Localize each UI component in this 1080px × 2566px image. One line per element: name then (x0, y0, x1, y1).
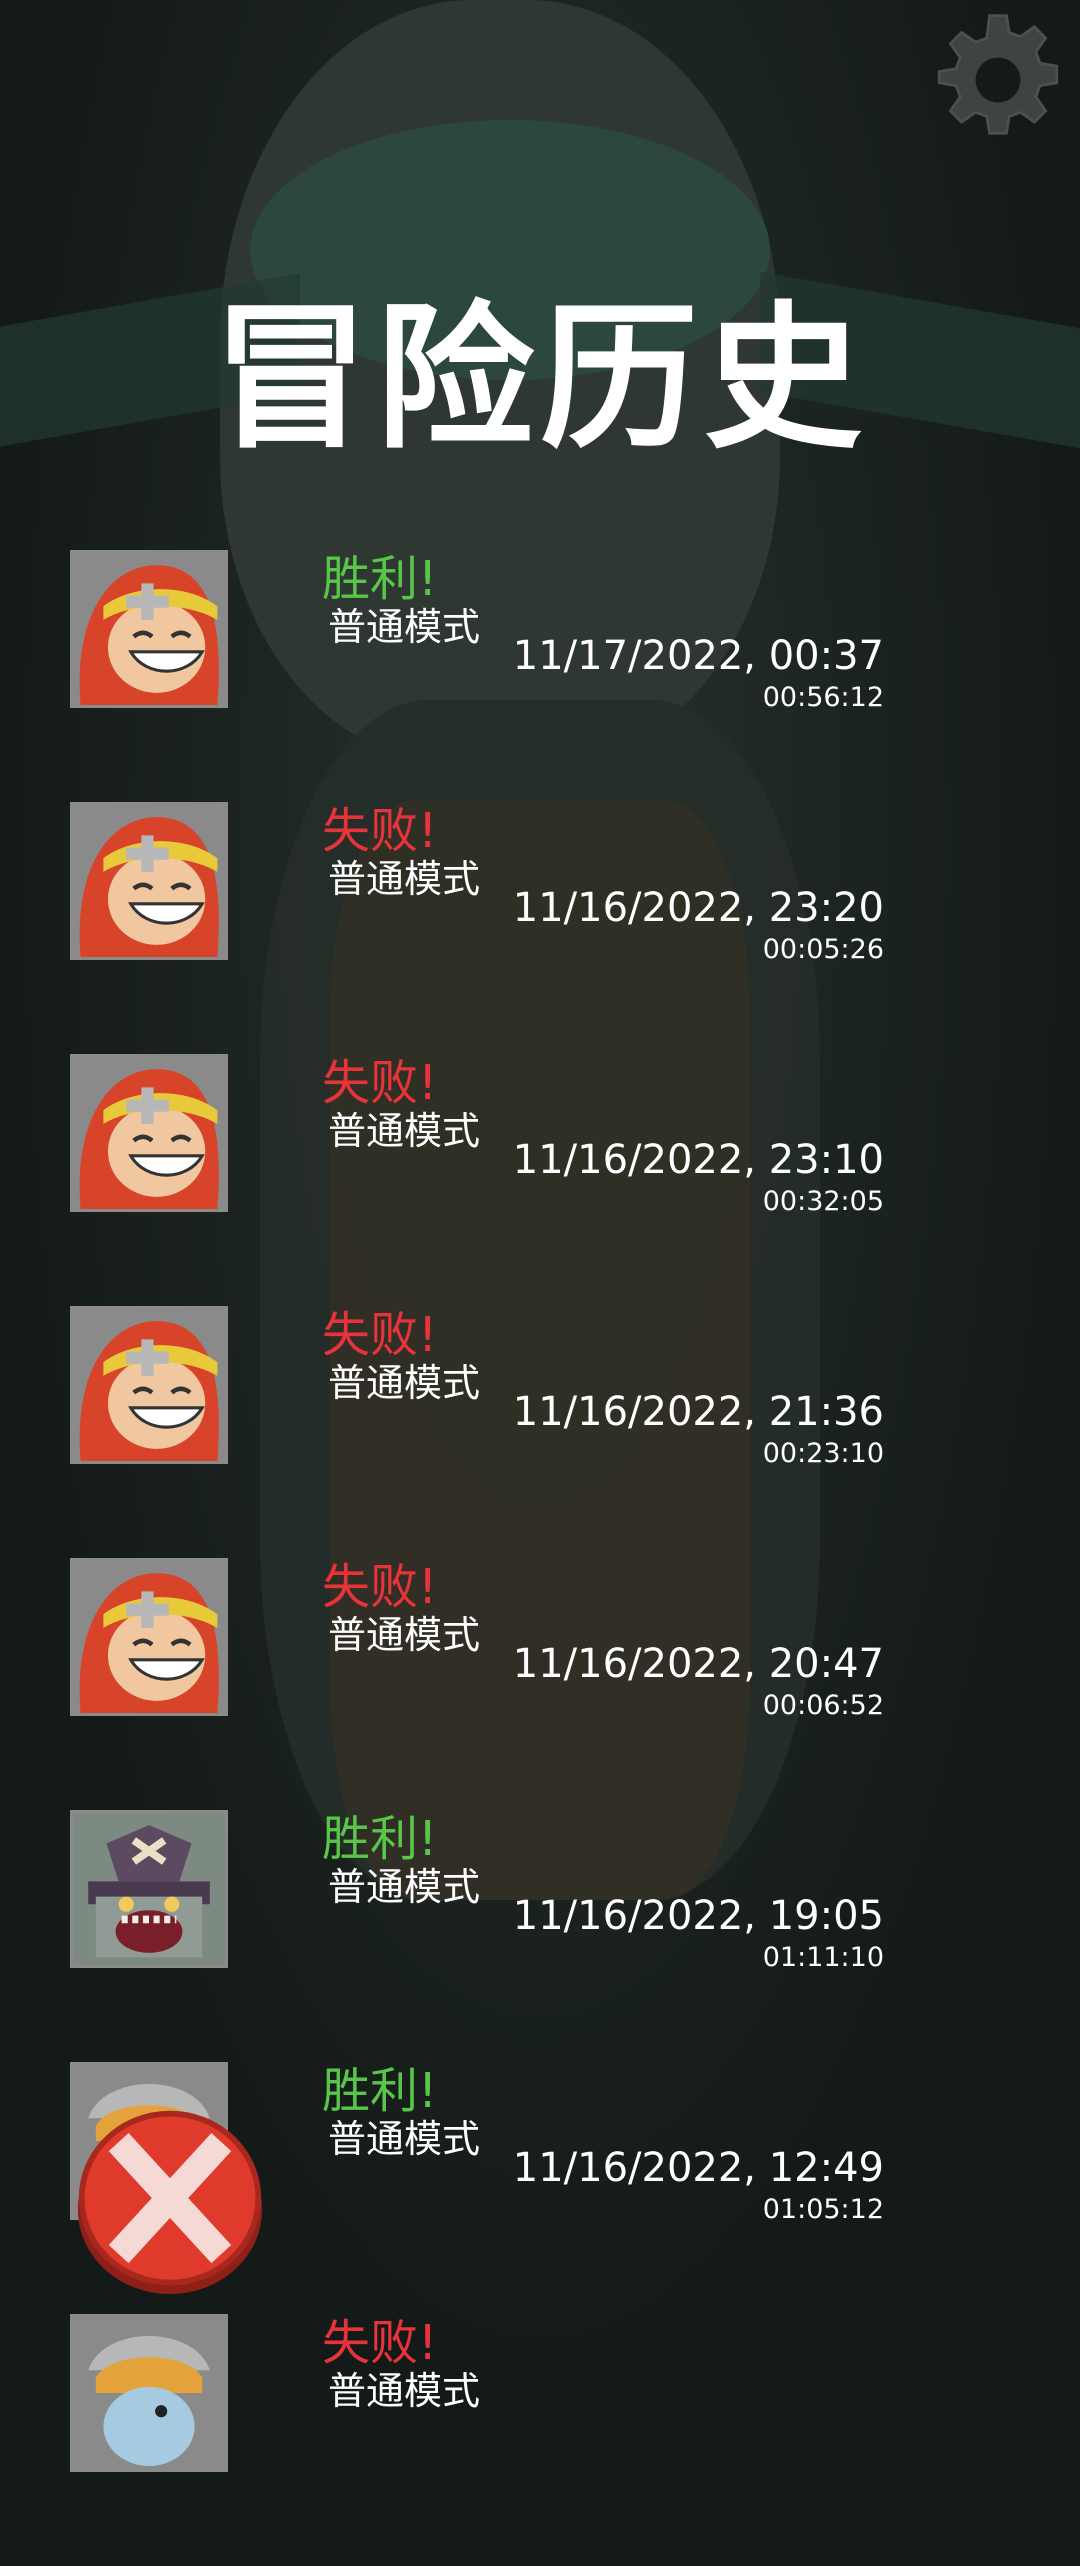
history-row[interactable]: 胜利! 普通模式 11/16/2022, 19:05 01:11:10 (0, 1810, 1080, 2062)
date-label: 11/16/2022, 19:05 (512, 1893, 884, 1939)
date-label: 11/17/2022, 00:37 (512, 633, 884, 679)
hero-portrait (70, 1054, 228, 1212)
history-row[interactable]: 失败! 普通模式 11/16/2022, 21:36 00:23:10 (0, 1306, 1080, 1558)
hero-portrait (70, 550, 228, 708)
date-label: 11/16/2022, 12:49 (512, 2145, 884, 2191)
hero-portrait (70, 1306, 228, 1464)
result-label: 失败! (322, 803, 438, 859)
duration-label: 00:06:52 (762, 1690, 884, 1721)
duration-label: 00:23:10 (762, 1438, 884, 1469)
hero-portrait (70, 1810, 228, 1968)
result-label: 胜利! (322, 551, 438, 607)
duration-label: 01:11:10 (762, 1942, 884, 1973)
result-label: 胜利! (322, 1811, 438, 1867)
mode-label: 普通模式 (328, 2117, 481, 2161)
hero-portrait (70, 802, 228, 960)
result-label: 失败! (322, 1055, 438, 1111)
history-row[interactable]: 失败! 普通模式 11/16/2022, 23:20 00:05:26 (0, 802, 1080, 1054)
date-label: 11/16/2022, 23:20 (512, 885, 884, 931)
result-label: 失败! (322, 1559, 438, 1615)
history-row[interactable]: 失败! 普通模式 11/16/2022, 23:10 00:32:05 (0, 1054, 1080, 1306)
mode-label: 普通模式 (328, 1109, 481, 1153)
result-label: 失败! (322, 1307, 438, 1363)
duration-label: 00:56:12 (762, 682, 884, 713)
date-label: 11/16/2022, 23:10 (512, 1137, 884, 1183)
result-label: 胜利! (322, 2063, 438, 2119)
history-row[interactable]: 失败! 普通模式 11/16/2022, 20:47 00:06:52 (0, 1558, 1080, 1810)
hero-portrait (70, 2314, 228, 2472)
history-row[interactable]: 失败! 普通模式 (0, 2314, 1080, 2566)
mode-label: 普通模式 (328, 2369, 481, 2413)
page-title: 冒险历史 (212, 287, 868, 471)
date-label: 11/16/2022, 20:47 (512, 1641, 884, 1687)
duration-label: 01:05:12 (762, 2194, 884, 2225)
date-label: 11/16/2022, 21:36 (512, 1389, 884, 1435)
mode-label: 普通模式 (328, 1865, 481, 1909)
gear-icon[interactable] (928, 10, 1068, 150)
mode-label: 普通模式 (328, 1613, 481, 1657)
mode-label: 普通模式 (328, 605, 481, 649)
history-row[interactable]: 胜利! 普通模式 11/17/2022, 00:37 00:56:12 (0, 550, 1080, 802)
duration-label: 00:05:26 (762, 934, 884, 965)
result-label: 失败! (322, 2315, 438, 2371)
duration-label: 00:32:05 (762, 1186, 884, 1217)
hero-portrait (70, 1558, 228, 1716)
mode-label: 普通模式 (328, 857, 481, 901)
mode-label: 普通模式 (328, 1361, 481, 1405)
close-icon[interactable] (74, 2102, 266, 2298)
